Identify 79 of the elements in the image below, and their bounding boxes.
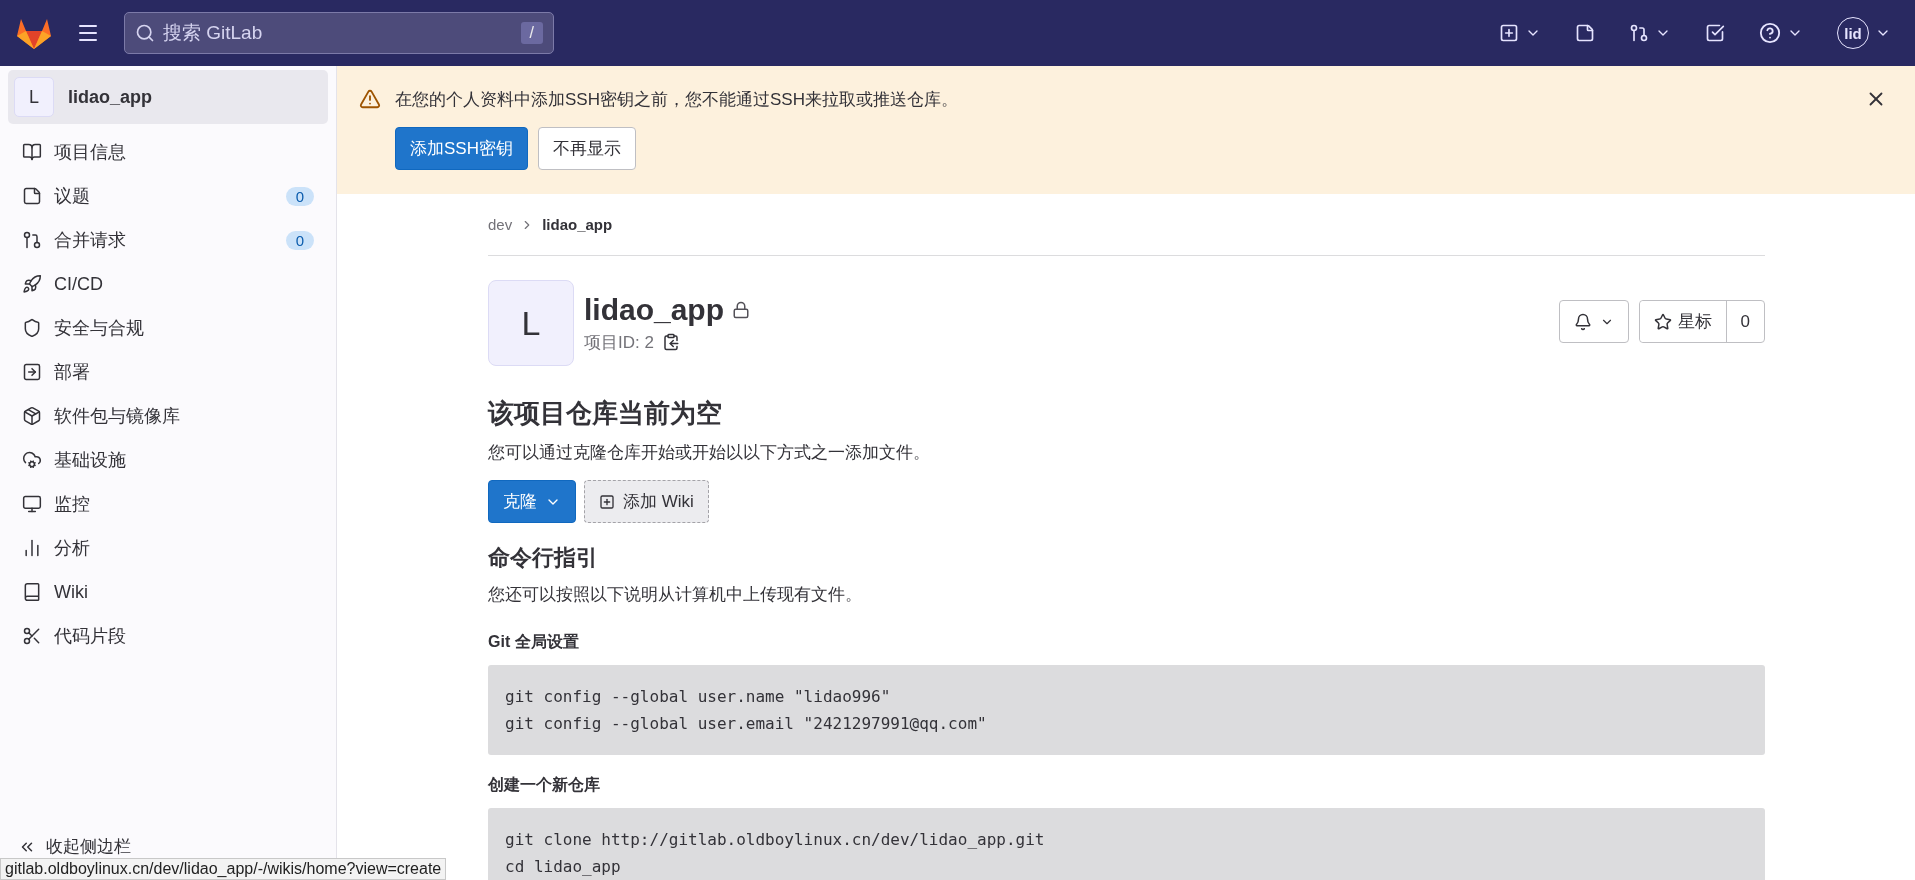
copy-icon[interactable] bbox=[661, 333, 680, 351]
breadcrumb-link[interactable]: lidao_app bbox=[542, 216, 613, 233]
plus-square-icon bbox=[1499, 23, 1519, 43]
scissors-icon bbox=[22, 626, 42, 646]
sidebar-item[interactable]: 分析 bbox=[8, 526, 328, 570]
search-placeholder: 搜索 GitLab bbox=[163, 21, 263, 45]
project-id: 项目ID: 2 bbox=[584, 331, 654, 354]
sidebar-item[interactable]: 监控 bbox=[8, 482, 328, 526]
project-title: lidao_app bbox=[584, 292, 725, 327]
alert-message: 在您的个人资料中添加SSH密钥之前，您不能通过SSH来拉取或推送仓库。 bbox=[395, 89, 959, 111]
sidebar-item[interactable]: CI/CD bbox=[8, 262, 328, 306]
cli-description: 您还可以按照以下说明从计算机中上传现有文件。 bbox=[488, 584, 863, 606]
section-heading: 创建一个新仓库 bbox=[488, 775, 601, 795]
bar-chart-icon bbox=[22, 538, 42, 558]
sidebar-item[interactable]: 代码片段 bbox=[8, 614, 328, 658]
rocket-icon bbox=[22, 274, 42, 294]
sidebar-label: 分析 bbox=[54, 537, 90, 560]
sidebar-label: 软件包与镜像库 bbox=[54, 405, 180, 428]
project-avatar: L bbox=[488, 280, 574, 366]
sidebar-label: 项目信息 bbox=[54, 141, 126, 164]
note-icon bbox=[1575, 23, 1595, 43]
sidebar-item[interactable]: 基础设施 bbox=[8, 438, 328, 482]
empty-repo-heading: 该项目仓库当前为空 bbox=[488, 397, 723, 430]
notification-button[interactable] bbox=[1558, 300, 1629, 343]
star-count: 0 bbox=[1725, 301, 1764, 342]
deploy-icon bbox=[22, 362, 42, 382]
project-item[interactable]: L lidao_app bbox=[8, 70, 328, 124]
user-menu-button[interactable]: lid bbox=[1833, 13, 1895, 53]
add-ssh-key-button[interactable]: 添加SSH密钥 bbox=[395, 127, 528, 170]
sidebar-item[interactable]: 项目信息 bbox=[8, 130, 328, 174]
merge-request-icon bbox=[22, 230, 42, 250]
sidebar-label: CI/CD bbox=[54, 273, 103, 295]
checkbox-icon bbox=[1705, 23, 1725, 43]
clone-button[interactable]: 克隆 bbox=[488, 480, 576, 523]
sidebar-label: 合并请求 bbox=[54, 229, 126, 252]
note-icon bbox=[22, 186, 42, 206]
shield-icon bbox=[22, 318, 42, 338]
sidebar-label: 安全与合规 bbox=[54, 317, 144, 340]
cli-heading: 命令行指引 bbox=[488, 544, 599, 572]
sidebar-item[interactable]: 议题 0 bbox=[8, 174, 328, 218]
code-block: git clone http://gitlab.oldboylinux.cn/dev/lidao_app.git cd lidao_app bbox=[488, 808, 1765, 880]
bell-icon bbox=[1573, 312, 1592, 331]
package-icon bbox=[22, 406, 42, 426]
link-url-tooltip: gitlab.oldboylinux.cn/dev/lidao_app/-/wikis/home?view=create bbox=[0, 858, 447, 880]
count-badge: 0 bbox=[285, 186, 314, 206]
sidebar-label: 代码片段 bbox=[54, 625, 126, 648]
section-heading: Git 全局设置 bbox=[488, 632, 580, 652]
search-field[interactable]: 搜索 GitLab / bbox=[124, 12, 554, 54]
book-icon bbox=[22, 582, 42, 602]
sidebar-label: Wiki bbox=[54, 581, 88, 603]
warning-icon bbox=[359, 88, 381, 110]
shortcut-key: / bbox=[520, 22, 543, 44]
help-icon bbox=[1759, 22, 1781, 44]
collapse-sidebar-label: 收起侧边栏 bbox=[46, 836, 131, 858]
search-icon bbox=[135, 23, 155, 43]
star-icon bbox=[1653, 312, 1672, 331]
empty-repo-description: 您可以通过克隆仓库开始或开始以以下方式之一添加文件。 bbox=[488, 442, 931, 464]
sidebar-label: 议题 bbox=[54, 185, 90, 208]
monitor-icon bbox=[22, 494, 42, 514]
sidebar-item[interactable]: 软件包与镜像库 bbox=[8, 394, 328, 438]
dismiss-button[interactable]: 不再显示 bbox=[537, 127, 636, 170]
lock-icon bbox=[732, 300, 751, 319]
plus-square-icon bbox=[599, 493, 615, 510]
project-avatar: L bbox=[14, 77, 54, 117]
breadcrumb-link[interactable]: dev bbox=[488, 216, 513, 233]
code-block: git config --global user.name "lidao996" git config --global user.email "2421297991@qq.com" bbox=[488, 665, 1765, 755]
sidebar-label: 部署 bbox=[54, 361, 90, 384]
sidebar-item[interactable]: 安全与合规 bbox=[8, 306, 328, 350]
sidebar-item[interactable]: 部署 bbox=[8, 350, 328, 394]
merge-request-icon bbox=[1629, 23, 1649, 43]
sidebar-label: 基础设施 bbox=[54, 449, 126, 472]
sidebar-item[interactable]: Wiki bbox=[8, 570, 328, 614]
sidebar-item[interactable]: 合并请求 0 bbox=[8, 218, 328, 262]
count-badge: 0 bbox=[285, 230, 314, 250]
book-icon bbox=[22, 142, 42, 162]
sidebar-label: 监控 bbox=[54, 493, 90, 516]
project-name: lidao_app bbox=[68, 86, 152, 108]
cloud-gear-icon bbox=[22, 450, 42, 470]
add-wiki-button[interactable]: 添加 Wiki bbox=[584, 480, 709, 523]
